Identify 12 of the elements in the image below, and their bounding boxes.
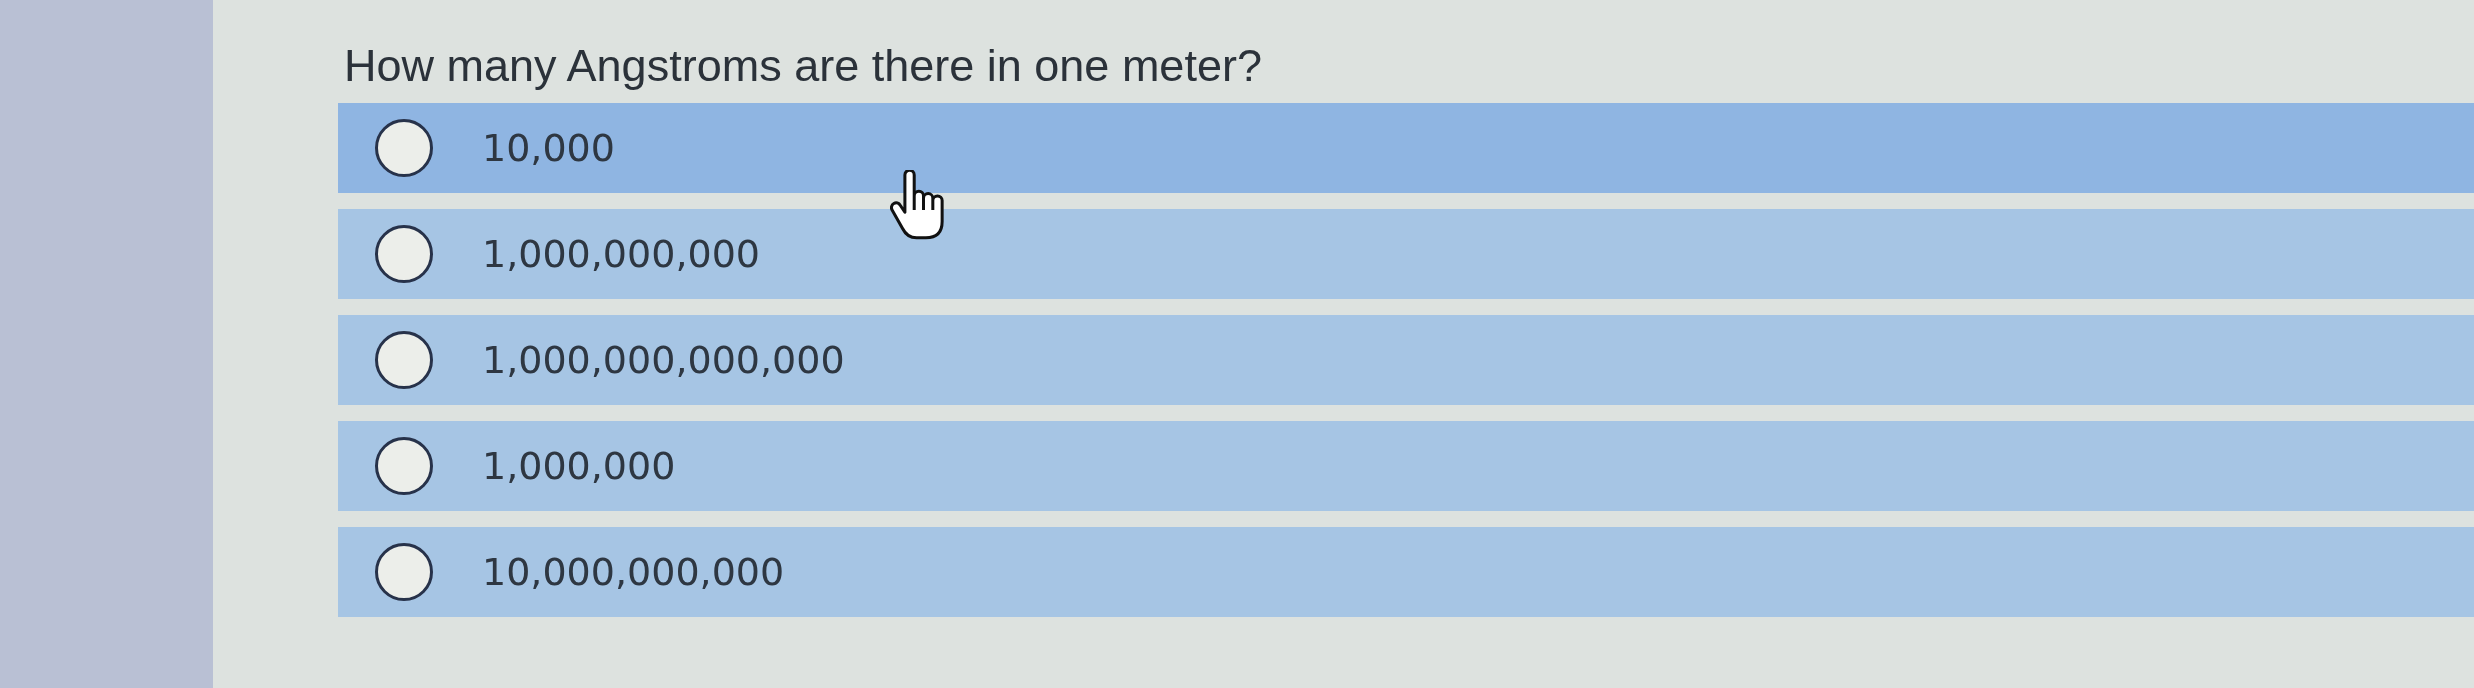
- radio-button[interactable]: [375, 437, 433, 495]
- radio-button[interactable]: [375, 543, 433, 601]
- answer-option[interactable]: 10,000,000,000: [338, 527, 2474, 617]
- answer-option[interactable]: 10,000: [338, 103, 2474, 193]
- answer-option[interactable]: 1,000,000: [338, 421, 2474, 511]
- radio-button[interactable]: [375, 331, 433, 389]
- radio-button[interactable]: [375, 225, 433, 283]
- answer-option[interactable]: 1,000,000,000: [338, 209, 2474, 299]
- hand-pointer-icon: [890, 170, 944, 240]
- question-text: How many Angstroms are there in one meter?: [344, 43, 1262, 88]
- radio-button[interactable]: [375, 119, 433, 177]
- answer-option[interactable]: 1,000,000,000,000: [338, 315, 2474, 405]
